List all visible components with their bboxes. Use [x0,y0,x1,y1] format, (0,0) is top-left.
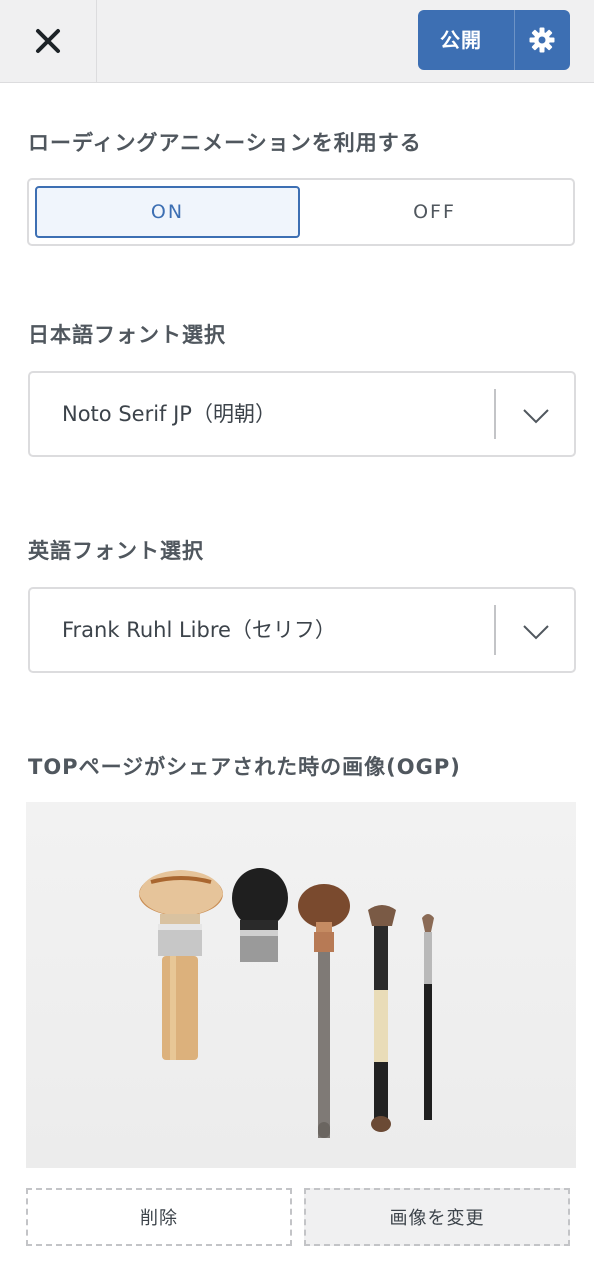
select-divider [494,389,496,439]
delete-image-button[interactable]: 削除 [26,1188,292,1246]
english-font-select[interactable]: Frank Ruhl Libre（セリフ） [28,587,576,673]
publish-button-group: 公開 [418,10,570,70]
japanese-font-value: Noto Serif JP（明朝） [62,402,276,426]
toggle-on-button[interactable]: ON [35,186,300,238]
publish-divider [514,10,515,70]
loading-animation-label: ローディングアニメーションを利用する [28,131,422,155]
loading-animation-toggle: ON OFF [27,178,575,246]
ogp-image[interactable] [26,802,576,1168]
english-font-label: 英語フォント選択 [28,539,204,563]
toggle-off-button[interactable]: OFF [302,186,567,238]
english-font-value: Frank Ruhl Libre（セリフ） [62,618,336,642]
select-divider [494,605,496,655]
ogp-label: TOPページがシェアされた時の画像(OGP) [28,755,461,779]
gear-icon[interactable] [528,26,556,54]
close-button[interactable] [0,0,97,82]
japanese-font-select[interactable]: Noto Serif JP（明朝） [28,371,576,457]
chevron-down-icon [523,409,549,424]
chevron-down-icon [523,625,549,640]
close-icon [36,29,60,53]
customizer-header: 公開 [0,0,594,83]
publish-button[interactable]: 公開 [440,10,482,70]
makeup-brushes-image [139,868,434,1138]
japanese-font-label: 日本語フォント選択 [28,323,226,347]
change-image-button[interactable]: 画像を変更 [304,1188,570,1246]
